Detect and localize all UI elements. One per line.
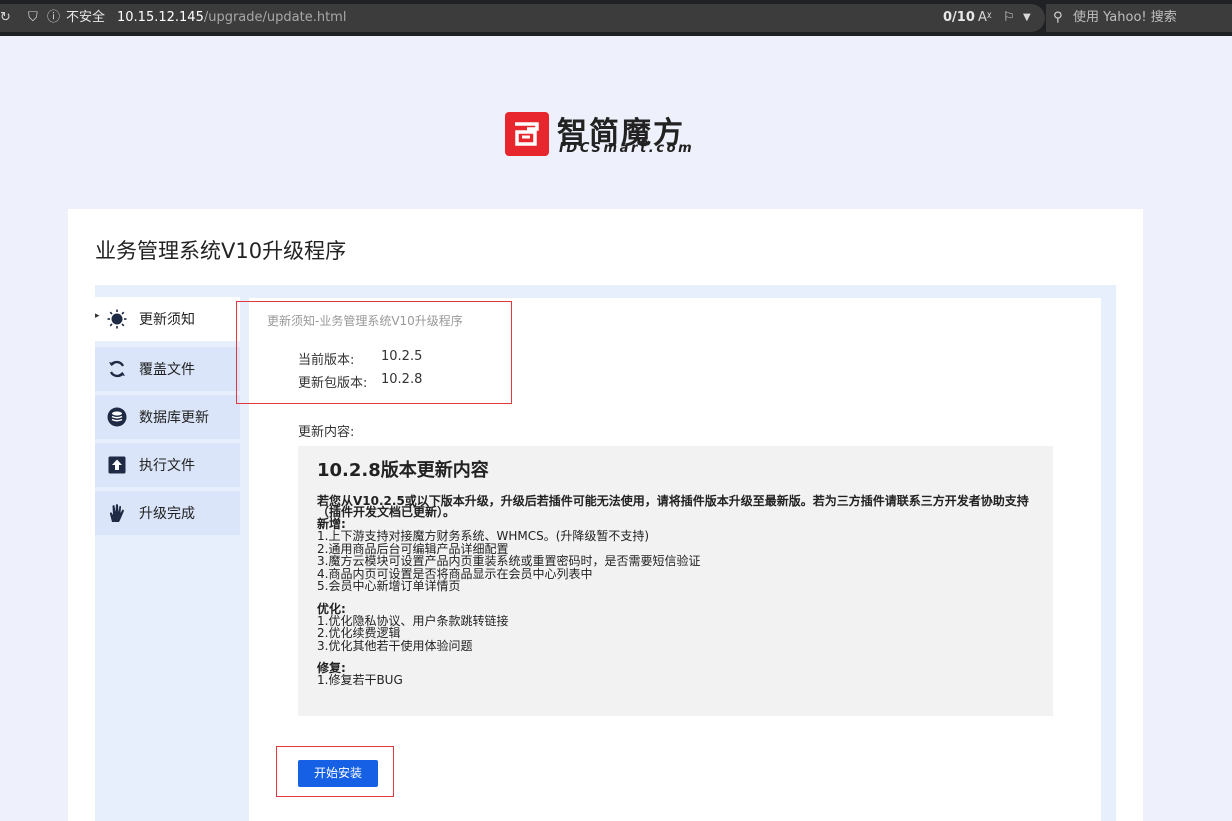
update-content-label: 更新内容: [298, 425, 355, 440]
step-label: 覆盖文件 [139, 362, 195, 378]
logo-mark-icon [505, 112, 549, 156]
reload-icon[interactable]: ↻ [0, 4, 11, 32]
section-heading-optimize: 优化: [317, 601, 346, 616]
section-heading-fix: 修复: [317, 661, 346, 675]
lightbulb-icon [107, 309, 127, 329]
release-notes: 10.2.8版本更新内容 若您从V10.2.5或以下版本升级，升级后若插件可能无… [298, 446, 1053, 716]
upgrade-card: 业务管理系统V10升级程序 ▸ 更新须知 覆盖文件 数据库更新 执行文件 升级完… [68, 209, 1143, 821]
security-label[interactable]: 不安全 [66, 4, 105, 32]
upload-icon [108, 456, 126, 474]
find-counter: 0/10 [943, 10, 975, 25]
release-item: 1.优化隐私协议、用户条款跳转链接 [317, 613, 509, 628]
step-label: 更新须知 [139, 312, 195, 328]
release-item: 3.魔方云模块可设置产品内页重装系统或重置密码时，是否需要短信验证 [317, 554, 701, 568]
shield-icon[interactable]: ⛉ [28, 4, 38, 32]
release-title: 10.2.8版本更新内容 [317, 460, 489, 481]
url-path: /upgrade/update.html [203, 10, 347, 25]
release-item: 1.上下游支持对接魔方财务系统、WHMCS。(升降级暂不支持) [317, 529, 650, 543]
bookmark-icon[interactable]: ⚐ [1003, 4, 1015, 32]
release-item: 1.修复若干BUG [317, 673, 403, 687]
release-warning: 若您从V10.2.5或以下版本升级，升级后若插件可能无法使用，请将插件版本升级至… [317, 494, 1029, 519]
active-step-marker-icon: ▸ [95, 311, 100, 321]
step-execute-files[interactable]: 执行文件 [95, 443, 240, 487]
database-icon [107, 407, 127, 427]
release-item: 5.会员中心新增订单详情页 [317, 579, 461, 593]
release-item: 3.优化其他若干使用体验问题 [317, 638, 473, 653]
page-title: 业务管理系统V10升级程序 [95, 239, 347, 263]
url-host: 10.15.12.145 [117, 10, 204, 25]
hand-icon [109, 504, 124, 522]
step-database-update[interactable]: 数据库更新 [95, 395, 240, 439]
install-button-highlight-box [276, 746, 394, 797]
release-item: 2.优化续费逻辑 [317, 626, 401, 640]
step-label: 执行文件 [139, 458, 195, 474]
logo-name-en: IDCSmart.com [559, 141, 695, 156]
browser-address-bar: ↻ ⛉ ⓘ 不安全 10.15.12.145/upgrade/update.ht… [0, 0, 1232, 36]
version-highlight-box [236, 301, 512, 404]
refresh-icon [109, 360, 125, 378]
step-overwrite-files[interactable]: 覆盖文件 [95, 347, 240, 391]
step-update-notice[interactable]: ▸ 更新须知 [95, 297, 240, 341]
url-text[interactable]: 10.15.12.145/upgrade/update.html [117, 4, 346, 32]
search-input[interactable]: 使用 Yahoo! 搜索 [1073, 4, 1177, 32]
search-icon[interactable]: ⚲ [1053, 4, 1063, 32]
info-icon[interactable]: ⓘ [47, 4, 60, 32]
step-upgrade-complete[interactable]: 升级完成 [95, 491, 240, 535]
translate-icon[interactable]: Aᵡ [978, 4, 992, 32]
step-label: 数据库更新 [139, 410, 209, 426]
chevron-down-icon[interactable]: ▼ [1023, 4, 1031, 32]
step-label: 升级完成 [139, 506, 195, 522]
